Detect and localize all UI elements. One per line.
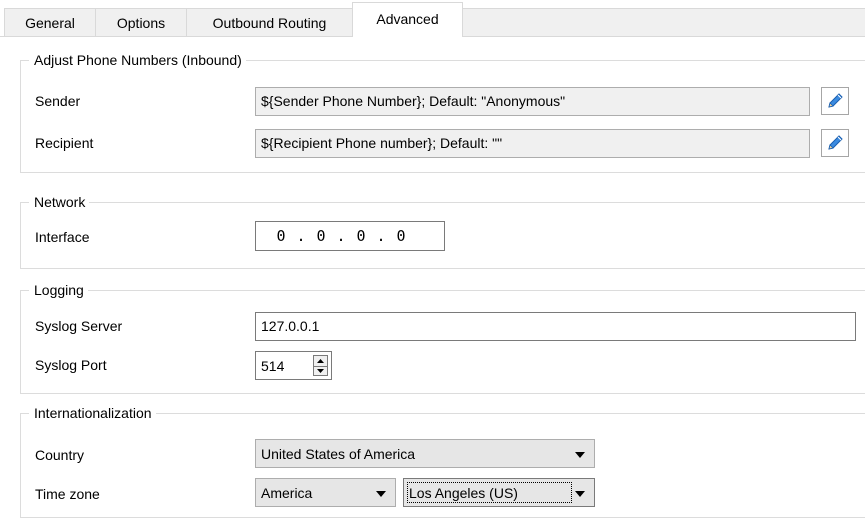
tab-advanced[interactable]: Advanced xyxy=(352,2,463,37)
syslog-server-input[interactable]: 127.0.0.1 xyxy=(255,312,856,341)
recipient-label: Recipient xyxy=(35,135,94,151)
syslog-port-stepper[interactable]: 514 xyxy=(255,351,332,380)
syslog-port-value: 514 xyxy=(261,358,285,374)
logging-title: Logging xyxy=(29,281,88,299)
pencil-icon xyxy=(828,135,843,150)
sender-edit-button[interactable] xyxy=(821,87,849,115)
country-label: Country xyxy=(35,447,85,463)
chevron-down-icon xyxy=(575,452,585,458)
timezone-region-dropdown[interactable]: America xyxy=(255,478,396,507)
ip-octet-3[interactable]: 0 xyxy=(354,227,368,245)
tab-advanced-label: Advanced xyxy=(376,11,439,27)
tab-options[interactable]: Options xyxy=(95,8,187,36)
syslog-port-label: Syslog Port xyxy=(35,357,107,373)
tab-strip-filler xyxy=(462,8,865,36)
adjust-phone-numbers-title: Adjust Phone Numbers (Inbound) xyxy=(29,51,246,69)
timezone-city-value: Los Angeles (US) xyxy=(409,485,518,501)
sender-field[interactable]: ${Sender Phone Number}; Default: "Anonym… xyxy=(255,87,810,116)
sender-label: Sender xyxy=(35,93,81,109)
tab-options-label: Options xyxy=(116,14,166,31)
tab-outbound-routing[interactable]: Outbound Routing xyxy=(186,8,353,36)
ip-octet-4[interactable]: 0 xyxy=(394,227,408,245)
tab-strip: General Options Outbound Routing Advance… xyxy=(0,0,865,37)
tab-outbound-routing-label: Outbound Routing xyxy=(212,14,327,31)
ip-dot: . xyxy=(336,227,346,245)
timezone-city-dropdown[interactable]: Los Angeles (US) xyxy=(403,478,595,507)
syslog-server-label: Syslog Server xyxy=(35,318,123,334)
country-value: United States of America xyxy=(261,446,416,462)
syslog-port-spin-buttons xyxy=(313,355,328,376)
chevron-down-icon xyxy=(575,491,585,497)
recipient-edit-button[interactable] xyxy=(821,129,849,157)
ip-octet-2[interactable]: 0 xyxy=(314,227,328,245)
ip-dot: . xyxy=(296,227,306,245)
interface-label: Interface xyxy=(35,229,90,245)
network-title: Network xyxy=(29,193,90,211)
ip-dot: . xyxy=(376,227,386,245)
timezone-label: Time zone xyxy=(35,486,100,502)
spin-down-icon[interactable] xyxy=(314,366,327,376)
internationalization-title: Internationalization xyxy=(29,404,156,422)
logging-group: Logging xyxy=(20,281,865,394)
country-dropdown[interactable]: United States of America xyxy=(255,439,595,468)
interface-ip-field[interactable]: 0 . 0 . 0 . 0 xyxy=(255,221,445,251)
ip-octet-1[interactable]: 0 xyxy=(274,227,288,245)
chevron-down-icon xyxy=(376,491,386,497)
pencil-icon xyxy=(828,93,843,108)
tab-general[interactable]: General xyxy=(4,8,96,36)
recipient-field[interactable]: ${Recipient Phone number}; Default: "" xyxy=(255,129,810,158)
timezone-region-value: America xyxy=(261,485,313,501)
tab-general-label: General xyxy=(25,14,75,31)
